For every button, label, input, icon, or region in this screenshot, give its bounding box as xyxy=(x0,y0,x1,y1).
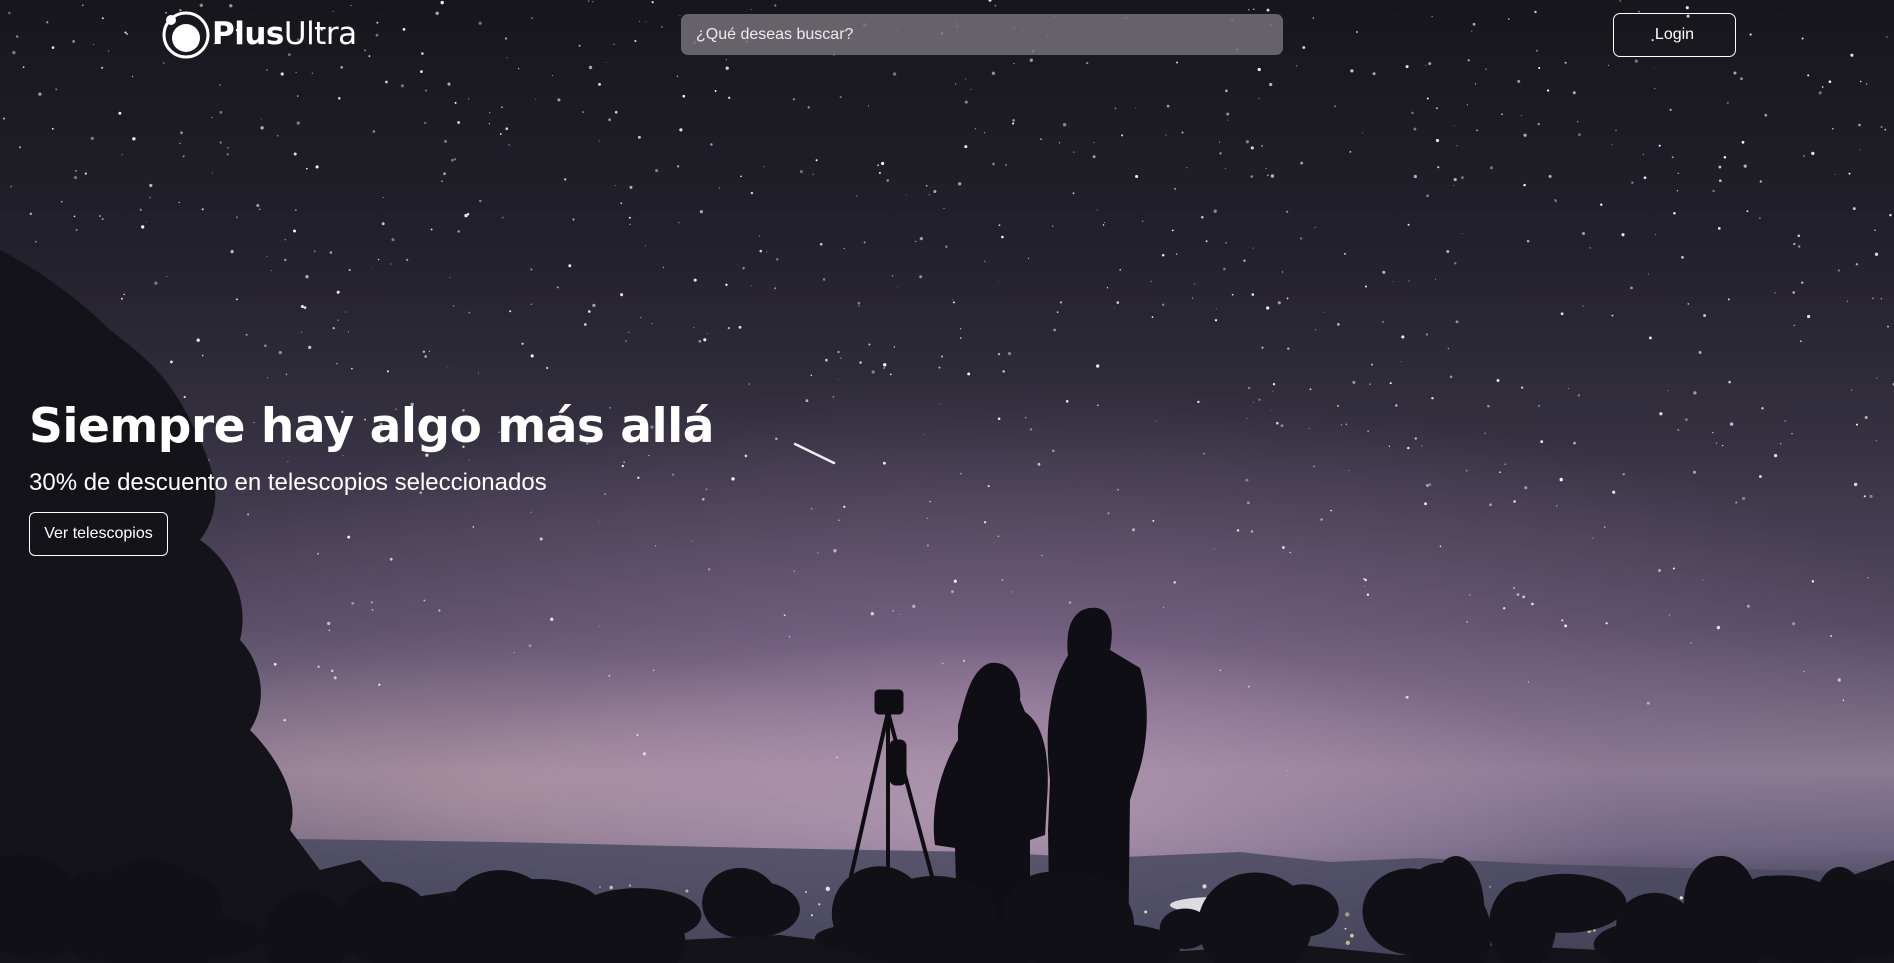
hero-headline: Siempre hay algo más allá xyxy=(29,399,714,454)
hero-subheadline: 30% de descuento en telescopios seleccio… xyxy=(29,469,547,496)
logo-planet-icon xyxy=(162,11,210,59)
brand-name-light: Ultra xyxy=(283,16,357,52)
view-telescopes-button[interactable]: Ver telescopios xyxy=(29,512,168,556)
hero-section: PlusUltra Login Siempre hay algo más all… xyxy=(0,0,1894,963)
brand-logo[interactable]: PlusUltra xyxy=(160,9,357,59)
brand-name-bold: Plus xyxy=(212,16,284,52)
login-button[interactable]: Login xyxy=(1613,13,1736,57)
search-input[interactable] xyxy=(681,14,1283,55)
brand-name: PlusUltra xyxy=(212,16,357,52)
